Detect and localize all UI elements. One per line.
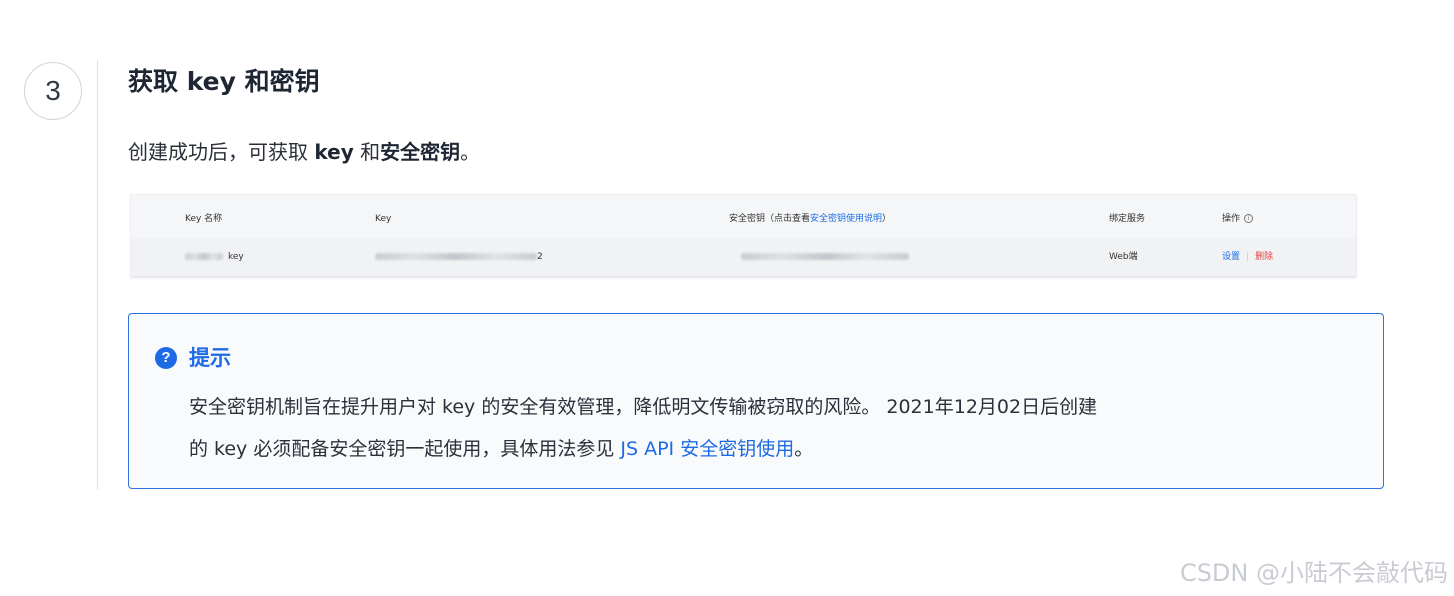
js-api-secret-link[interactable]: JS API 安全密钥使用	[620, 438, 794, 460]
tip-line-2-prefix: 的 key 必须配备安全密钥一起使用，具体用法参见	[189, 438, 621, 460]
tip-title: 提示	[189, 346, 231, 370]
tip-line-2-suffix: 。	[794, 438, 814, 460]
delete-link[interactable]: 删除	[1255, 252, 1273, 262]
info-icon[interactable]: i	[1244, 214, 1254, 223]
step-number: 3	[45, 75, 61, 106]
table-row: key 2 Web端 设置 | 删除	[131, 238, 1356, 277]
settings-link[interactable]: 设置	[1222, 252, 1240, 262]
key-name-suffix: key	[228, 252, 244, 262]
redacted-key-icon	[375, 253, 537, 260]
secret-value-cell	[741, 238, 909, 276]
keys-table-screenshot: Key 名称 Key 安全密钥（点击查看安全密钥使用说明） 绑定服务 操作 i k…	[130, 194, 1357, 278]
tip-line-1: 安全密钥机制旨在提升用户对 key 的安全有效管理，降低明文传输被窃取的风险。 …	[189, 396, 1098, 418]
secret-doc-link[interactable]: 安全密钥使用说明	[810, 214, 882, 224]
key-name-cell: key	[185, 238, 244, 276]
redacted-secret-icon	[741, 253, 909, 260]
action-divider: |	[1246, 252, 1250, 262]
header-actions: 操作 i	[1222, 200, 1254, 238]
header-secret: 安全密钥（点击查看安全密钥使用说明）	[729, 200, 891, 238]
desc-secret: 安全密钥	[380, 140, 461, 164]
step-title: 获取 key 和密钥	[128, 67, 320, 96]
key-value-cell: 2	[375, 238, 543, 276]
redacted-name-icon	[185, 253, 223, 260]
desc-mid: 和	[353, 140, 381, 164]
desc-prefix: 创建成功后，可获取	[128, 140, 315, 164]
header-secret-suffix: ）	[882, 214, 892, 224]
desc-key: key	[314, 140, 354, 164]
step-number-badge: 3	[24, 62, 82, 120]
desc-suffix: 。	[460, 140, 481, 164]
header-service: 绑定服务	[1109, 214, 1146, 224]
step-description: 创建成功后，可获取 key 和安全密钥。	[128, 136, 480, 168]
step-timeline-line	[97, 60, 98, 490]
keys-table-header: Key 名称 Key 安全密钥（点击查看安全密钥使用说明） 绑定服务 操作 i	[131, 200, 1356, 239]
tip-callout: ? 提示 安全密钥机制旨在提升用户对 key 的安全有效管理，降低明文传输被窃取…	[128, 313, 1384, 489]
header-secret-prefix: 安全密钥（点击查看	[729, 214, 811, 224]
header-key: Key	[375, 214, 392, 224]
key-value-suffix: 2	[537, 252, 543, 262]
watermark: CSDN @小陆不会敲代码	[1179, 559, 1448, 587]
question-circle-icon: ?	[155, 347, 177, 369]
tip-line-2: 的 key 必须配备安全密钥一起使用，具体用法参见 JS API 安全密钥使用。	[189, 428, 1289, 470]
service-cell: Web端	[1109, 252, 1138, 262]
header-key-name: Key 名称	[185, 214, 223, 224]
actions-cell: 设置 | 删除	[1222, 238, 1273, 276]
tip-body: 安全密钥机制旨在提升用户对 key 的安全有效管理，降低明文传输被窃取的风险。 …	[189, 386, 1289, 470]
header-actions-label: 操作	[1222, 214, 1241, 224]
